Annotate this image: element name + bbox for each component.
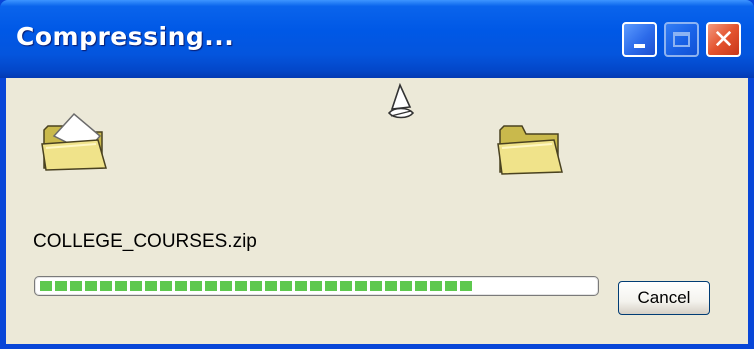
open-folder-icon [41, 112, 107, 171]
compress-dialog: Compressing... ✕ COLLEGE_COURSES.zip Can… [0, 0, 754, 349]
cancel-button[interactable]: Cancel [618, 281, 710, 315]
window-title: Compressing... [16, 22, 235, 51]
file-name-label: COLLEGE_COURSES.zip [33, 231, 257, 252]
close-button[interactable]: ✕ [706, 22, 741, 57]
minimize-icon [624, 24, 655, 55]
close-icon: ✕ [712, 24, 735, 55]
maximize-button [664, 22, 699, 57]
flying-document-icon [387, 83, 415, 119]
progress-fill [40, 281, 472, 291]
minimize-button[interactable] [622, 22, 657, 57]
dialog-body: COLLEGE_COURSES.zip Cancel [6, 78, 748, 344]
progress-bar [34, 276, 599, 296]
maximize-icon [666, 24, 697, 55]
folder-icon [497, 125, 563, 175]
title-bar[interactable]: Compressing... ✕ [0, 0, 754, 78]
